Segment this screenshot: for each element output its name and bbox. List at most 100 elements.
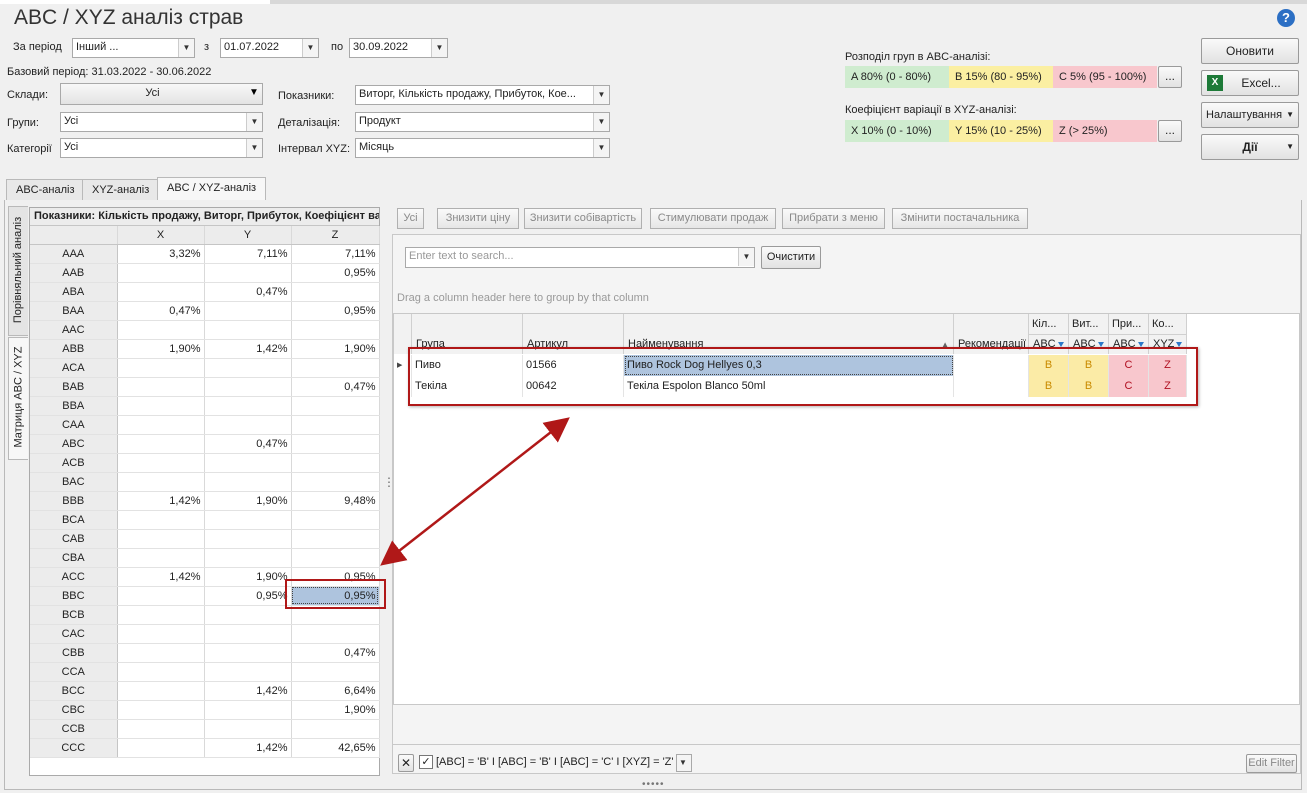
matrix-cell-y[interactable]: 0,95% <box>204 586 292 606</box>
matrix-cell-x[interactable] <box>117 472 205 492</box>
matrix-cell-z[interactable] <box>291 719 380 739</box>
actions-button[interactable]: Дії ▼ <box>1201 134 1299 160</box>
matrix-cell-y[interactable]: 0,47% <box>204 434 292 454</box>
matrix-cell-y[interactable] <box>204 719 292 739</box>
matrix-cell-y[interactable] <box>204 529 292 549</box>
tab-abc-xyz[interactable]: ABC / XYZ-аналіз <box>157 177 267 201</box>
matrix-cell-z[interactable]: 0,47% <box>291 377 380 397</box>
filter-expression[interactable]: [ABC] = 'B' I [ABC] = 'B' I [ABC] = 'C' … <box>436 756 673 768</box>
matrix-cell-y[interactable] <box>204 662 292 682</box>
matrix-cell-y[interactable] <box>204 472 292 492</box>
stimulate-sales-button[interactable]: Стимулювати продаж <box>650 208 776 229</box>
matrix-cell-z[interactable] <box>291 434 380 454</box>
matrix-cell-x[interactable] <box>117 282 205 302</box>
matrix-cell-z[interactable] <box>291 662 380 682</box>
matrix-cell-x[interactable] <box>117 358 205 378</box>
search-input[interactable]: Enter text to search... ▼ <box>405 247 755 268</box>
matrix-cell-z[interactable] <box>291 548 380 568</box>
side-tab-compare[interactable]: Порівняльний аналіз <box>8 206 28 336</box>
groups-select[interactable]: Усі ▼ <box>60 112 263 132</box>
matrix-cell-x[interactable] <box>117 624 205 644</box>
matrix-cell-y[interactable] <box>204 624 292 644</box>
change-supplier-button[interactable]: Змінити постачальника <box>892 208 1028 229</box>
interval-select[interactable]: Місяць ▼ <box>355 138 610 158</box>
matrix-cell-z[interactable]: 1,90% <box>291 700 380 720</box>
matrix-cell-y[interactable]: 1,90% <box>204 491 292 511</box>
filter-icon[interactable] <box>1176 341 1183 347</box>
matrix-cell-x[interactable] <box>117 719 205 739</box>
xyz-variation-edit-button[interactable]: ... <box>1158 120 1182 142</box>
filter-icon[interactable] <box>1057 341 1064 347</box>
matrix-cell-z[interactable]: 9,48% <box>291 491 380 511</box>
matrix-cell-y[interactable]: 0,47% <box>204 282 292 302</box>
abc-distribution-edit-button[interactable]: ... <box>1158 66 1182 88</box>
filter-history-dropdown[interactable]: ▼ <box>676 754 692 772</box>
filter-icon[interactable] <box>1137 341 1144 347</box>
matrix-cell-y[interactable] <box>204 301 292 321</box>
matrix-cell-z[interactable] <box>291 415 380 435</box>
matrix-cell-z[interactable] <box>291 453 380 473</box>
matrix-cell-x[interactable]: 1,42% <box>117 491 205 511</box>
filter-enabled-checkbox[interactable]: ✓ <box>419 755 433 769</box>
matrix-cell-y[interactable] <box>204 548 292 568</box>
matrix-cell-x[interactable] <box>117 681 205 701</box>
warehouses-select[interactable]: Усі ▼ <box>60 83 263 105</box>
matrix-cell-x[interactable] <box>117 700 205 720</box>
matrix-cell-z[interactable] <box>291 282 380 302</box>
matrix-cell-y[interactable]: 1,42% <box>204 339 292 359</box>
matrix-cell-z[interactable] <box>291 472 380 492</box>
show-all-button[interactable]: Усі <box>397 208 424 229</box>
indicators-select[interactable]: Виторг, Кількість продажу, Прибуток, Кое… <box>355 85 610 105</box>
matrix-cell-x[interactable] <box>117 263 205 283</box>
matrix-cell-z[interactable]: 1,90% <box>291 339 380 359</box>
matrix-cell-x[interactable] <box>117 643 205 663</box>
matrix-cell-z[interactable] <box>291 529 380 549</box>
matrix-cell-x[interactable] <box>117 605 205 625</box>
matrix-cell-y[interactable]: 1,42% <box>204 681 292 701</box>
matrix-cell-y[interactable] <box>204 700 292 720</box>
categories-select[interactable]: Усі ▼ <box>60 138 263 158</box>
clear-search-button[interactable]: Очистити <box>761 246 821 269</box>
resize-grip[interactable]: ••••• <box>642 779 665 790</box>
matrix-cell-y[interactable] <box>204 263 292 283</box>
matrix-cell-y[interactable] <box>204 510 292 530</box>
tab-xyz[interactable]: XYZ-аналіз <box>82 179 160 201</box>
matrix-cell-y[interactable] <box>204 605 292 625</box>
matrix-cell-x[interactable] <box>117 415 205 435</box>
edit-filter-button[interactable]: Edit Filter <box>1246 754 1297 773</box>
matrix-cell-x[interactable]: 3,32% <box>117 244 205 264</box>
matrix-cell-y[interactable]: 7,11% <box>204 244 292 264</box>
matrix-cell-x[interactable] <box>117 586 205 606</box>
lower-cost-button[interactable]: Знизити собівартість <box>524 208 642 229</box>
matrix-cell-z[interactable]: 6,64% <box>291 681 380 701</box>
matrix-cell-z[interactable]: 0,95% <box>291 263 380 283</box>
excel-button[interactable]: X Excel... <box>1201 70 1299 96</box>
close-filter-icon[interactable]: ✕ <box>398 754 414 772</box>
date-from-field[interactable]: 01.07.2022 ▼ <box>220 38 319 58</box>
settings-button[interactable]: Налаштування ▼ <box>1201 102 1299 128</box>
date-to-field[interactable]: 30.09.2022 ▼ <box>349 38 448 58</box>
matrix-cell-x[interactable] <box>117 548 205 568</box>
matrix-cell-z[interactable] <box>291 358 380 378</box>
matrix-cell-x[interactable]: 1,42% <box>117 567 205 587</box>
matrix-cell-y[interactable] <box>204 320 292 340</box>
matrix-cell-x[interactable] <box>117 662 205 682</box>
matrix-cell-y[interactable] <box>204 415 292 435</box>
matrix-cell-y[interactable] <box>204 643 292 663</box>
matrix-cell-x[interactable] <box>117 396 205 416</box>
matrix-cell-z[interactable] <box>291 396 380 416</box>
matrix-cell-y[interactable]: 1,42% <box>204 738 292 758</box>
refresh-button[interactable]: Оновити <box>1201 38 1299 64</box>
matrix-cell-x[interactable] <box>117 510 205 530</box>
matrix-cell-x[interactable]: 0,47% <box>117 301 205 321</box>
matrix-cell-z[interactable] <box>291 510 380 530</box>
matrix-cell-z[interactable] <box>291 320 380 340</box>
tab-abc[interactable]: ABC-аналіз <box>6 179 85 201</box>
matrix-cell-x[interactable]: 1,90% <box>117 339 205 359</box>
period-type-select[interactable]: Інший ... ▼ <box>72 38 195 58</box>
matrix-cell-y[interactable]: 1,90% <box>204 567 292 587</box>
matrix-cell-x[interactable] <box>117 377 205 397</box>
detail-select[interactable]: Продукт ▼ <box>355 112 610 132</box>
help-icon[interactable]: ? <box>1277 9 1295 27</box>
matrix-cell-z[interactable]: 7,11% <box>291 244 380 264</box>
